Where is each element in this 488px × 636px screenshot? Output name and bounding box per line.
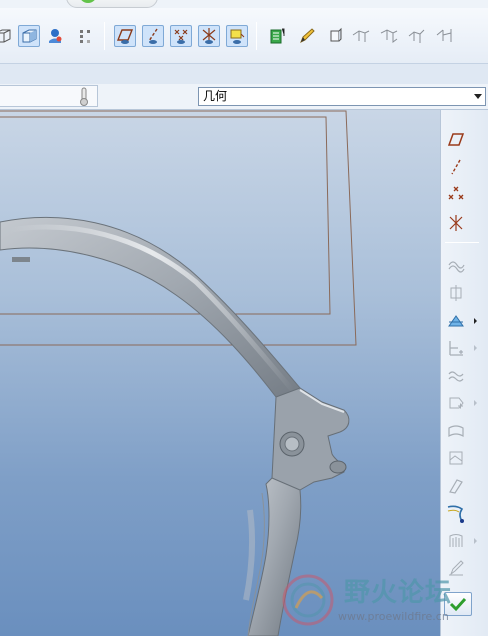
rib-icon[interactable] (444, 475, 468, 497)
status-dot-icon (79, 0, 97, 3)
watermark-title: 野火论坛 (344, 578, 453, 608)
window-tab-pill[interactable] (66, 0, 158, 8)
flyout-arrow-icon (474, 318, 477, 324)
shell-icon[interactable] (444, 502, 468, 524)
watermark-url: www.proewildfire.cn (338, 610, 449, 623)
shaded-view-icon[interactable] (18, 25, 40, 47)
annotation-display-icon[interactable] (226, 25, 248, 47)
app-window: 几何 野火论坛 www.proewildfire.cn (0, 0, 488, 636)
toolbar-separator (256, 22, 257, 50)
plane-display-icon[interactable] (114, 25, 136, 47)
appearance-icon[interactable] (44, 25, 66, 47)
flyout-arrow-icon (474, 400, 477, 406)
sweep-icon[interactable] (444, 310, 477, 332)
layout-dots-icon[interactable] (74, 25, 96, 47)
csys-icon[interactable] (444, 212, 468, 234)
feature-toolbar (440, 110, 488, 636)
datum-point-icon[interactable] (444, 184, 468, 206)
fill-icon[interactable] (444, 420, 468, 442)
point-display-icon[interactable] (170, 25, 192, 47)
flyout-arrow-icon (474, 538, 477, 544)
sketch-pencil-icon[interactable] (296, 25, 318, 47)
curve-icon[interactable] (444, 255, 468, 277)
draft-icon[interactable] (444, 447, 468, 469)
selection-filter-bar: 几何 (0, 84, 488, 110)
view-hidden-icon[interactable] (378, 25, 400, 47)
blend-icon[interactable] (444, 337, 477, 359)
view-wire-icon[interactable] (350, 25, 372, 47)
window-top-strip (0, 0, 488, 8)
toolbar-separator (104, 22, 105, 50)
axis-display-icon[interactable] (142, 25, 164, 47)
pattern-icon[interactable] (444, 530, 477, 552)
graphics-viewport[interactable] (0, 110, 440, 636)
datum-plane-icon[interactable] (444, 129, 468, 151)
wave-icon[interactable] (444, 365, 468, 387)
thermometer-icon (79, 87, 89, 111)
top-toolbar (0, 8, 488, 64)
flat-surface-icon[interactable] (444, 392, 477, 414)
datum-axis-icon[interactable] (444, 156, 468, 178)
regenerate-icon[interactable] (266, 25, 288, 47)
view-nohidden-icon[interactable] (406, 25, 428, 47)
view-shaded-icon[interactable] (434, 25, 456, 47)
box-corner-icon[interactable] (0, 25, 14, 47)
revolve-icon[interactable] (444, 282, 468, 304)
selection-filter-dropdown[interactable]: 几何 (198, 87, 486, 106)
watermark: 野火论坛 www.proewildfire.cn (278, 566, 488, 636)
shaded-cube-icon[interactable] (324, 25, 346, 47)
model-canvas (0, 110, 357, 636)
selection-filter-value: 几何 (203, 89, 228, 103)
watermark-logo-icon (282, 574, 334, 626)
csys-display-icon[interactable] (198, 25, 220, 47)
flyout-arrow-icon (474, 345, 477, 351)
chevron-down-icon[interactable] (471, 88, 485, 105)
toolbar-separator (445, 242, 479, 243)
